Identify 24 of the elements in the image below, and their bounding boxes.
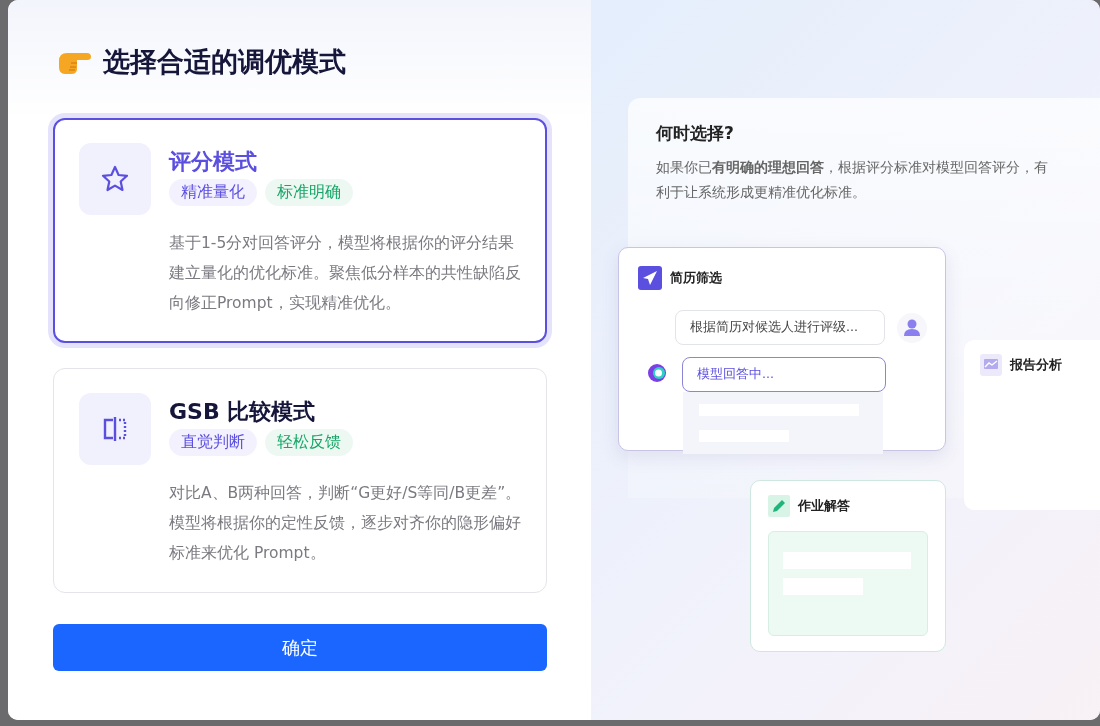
star-icon xyxy=(100,164,130,194)
mode-description: 基于1-5分对回答评分，模型将根据你的评分结果建立量化的优化标准。聚焦低分样本的共性缺陷反向修正Prompt，实现精准优化。 xyxy=(169,233,522,314)
tag: 直觉判断 xyxy=(169,429,257,456)
tag: 轻松反馈 xyxy=(265,429,353,456)
mode-name: 评分模式 xyxy=(169,148,258,176)
confirm-button[interactable]: 确定 xyxy=(53,624,547,671)
mode-description: 对比A、B两种回答，判断“G更好/S等同/B更差”。模型将根据你的定性反馈，逐步对齐你的隐形偏好标准来优化 Prompt。 xyxy=(169,483,522,564)
pencil-icon xyxy=(768,495,790,517)
card-title: 报告分析 xyxy=(1010,356,1062,374)
tag: 标准明确 xyxy=(265,179,353,206)
tag: 精准量化 xyxy=(169,179,257,206)
mode-card[interactable]: GSB 比较模式 直觉判断 轻松反馈 对比A、B两种回答，判断“G更好/S等同/B更差”。模型将根据你的定性反馈，逐步对齐你的隐形偏好标准来优化 Prompt。 xyxy=(53,368,547,593)
info-text: 如果你已有明确的理想回答，根据评分标准对模型回答评分，有利于让系统形成更精准优化标准。 xyxy=(656,158,1049,202)
model-logo-icon xyxy=(646,362,668,384)
chart-icon xyxy=(980,354,1002,376)
info-heading: 何时选择? xyxy=(656,122,735,145)
user-message: 根据简历对候选人进行评级... xyxy=(675,310,885,345)
paper-plane-icon xyxy=(638,266,662,290)
card-title: 简历筛选 xyxy=(670,269,722,287)
mode-name: GSB 比较模式 xyxy=(169,398,317,426)
dialog-title: 选择合适的调优模式 xyxy=(103,45,346,79)
card-title: 作业解答 xyxy=(798,497,850,515)
user-avatar-icon xyxy=(897,312,927,343)
split-compare-icon xyxy=(101,415,129,443)
